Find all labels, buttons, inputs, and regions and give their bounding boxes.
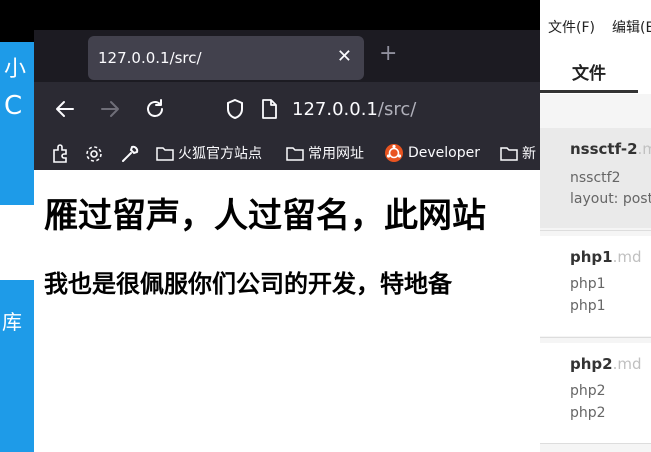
extensions-icon[interactable]: [50, 144, 70, 168]
tab-bar: 127.0.0.1/src/ ✕ +: [34, 30, 540, 82]
forward-arrow-icon[interactable]: [97, 96, 123, 122]
gear-icon[interactable]: [84, 144, 104, 168]
editor-menubar: 文件(F) 编辑(E: [540, 10, 651, 40]
url-bar[interactable]: 127.0.0.1/src/: [292, 99, 416, 120]
panel-tab-label: 文件: [572, 64, 606, 84]
tab-title: 127.0.0.1/src/: [98, 49, 202, 67]
file-preview-line: layout: post: [570, 191, 651, 207]
close-tab-icon[interactable]: ✕: [337, 47, 352, 67]
navigation-bar: 127.0.0.1/src/: [34, 82, 540, 138]
menu-file[interactable]: 文件(F): [548, 17, 595, 37]
bookmark-label: 火狐官方站点: [178, 146, 262, 162]
file-name: php1.md: [570, 248, 642, 266]
file-item[interactable]: php1.md php1 php1: [540, 236, 651, 336]
divider: [540, 443, 651, 444]
file-preview-line: php1: [570, 298, 606, 314]
new-tab-icon[interactable]: +: [379, 43, 397, 65]
panel-tab-files[interactable]: 文件: [540, 40, 651, 94]
page-content: 雁过留声，人过留名，此网站 我也是很佩服你们公司的开发，特地备: [34, 170, 540, 452]
bookmark-label: Developer: [408, 145, 481, 161]
back-arrow-icon[interactable]: [52, 96, 78, 122]
ubuntu-icon: [385, 144, 403, 162]
editor-titlebar: [540, 0, 651, 10]
file-preview-line: php2: [570, 405, 606, 421]
bookmark-label: 常用网址: [308, 146, 364, 162]
folder-icon: [156, 147, 174, 161]
divider: [540, 337, 651, 338]
page-title: 雁过留声，人过留名，此网站: [44, 196, 486, 236]
background-app-sidebar-label[interactable]: 库: [2, 306, 22, 335]
bookmark-firefox-official[interactable]: 火狐官方站点: [156, 143, 262, 163]
file-preview-line: php2: [570, 383, 606, 399]
bookmarks-toolbar: 火狐官方站点 常用网址 Developer 新: [34, 138, 540, 170]
folder-icon: [500, 147, 518, 161]
reload-icon[interactable]: [142, 96, 168, 122]
divider: [540, 230, 651, 231]
file-item[interactable]: php2.md php2 php2: [540, 343, 651, 443]
browser-window: 127.0.0.1/src/ ✕ + 127.0.0.1/src/ 火狐官方站点…: [34, 30, 540, 452]
background-app-subtitle: C: [4, 91, 23, 121]
url-path: /src/: [377, 99, 417, 120]
page-subtitle: 我也是很佩服你们公司的开发，特地备: [44, 270, 452, 298]
file-item[interactable]: nssctf-2.md nssctf2 layout: post: [540, 128, 651, 228]
bookmark-common-sites[interactable]: 常用网址: [286, 143, 364, 163]
file-preview-line: nssctf2: [570, 170, 621, 186]
shield-icon[interactable]: [222, 96, 248, 122]
menu-edit[interactable]: 编辑(E: [612, 17, 651, 37]
wrench-icon[interactable]: [120, 144, 140, 168]
background-app-title: 小: [4, 57, 27, 82]
file-name: php2.md: [570, 355, 642, 373]
file-preview-line: php1: [570, 276, 606, 292]
active-tab-indicator: [540, 90, 638, 93]
url-host: 127.0.0.1: [292, 99, 378, 120]
editor-window: 文件(F) 编辑(E 文件 nssctf-2.md nssctf2 layout…: [540, 0, 651, 452]
folder-icon: [286, 147, 304, 161]
page-info-icon[interactable]: [256, 96, 282, 122]
bookmark-developer[interactable]: Developer: [384, 143, 480, 163]
tab-active[interactable]: 127.0.0.1/src/ ✕: [88, 36, 364, 80]
bookmark-label: 新: [522, 146, 536, 162]
file-name: nssctf-2.md: [570, 140, 651, 158]
bookmark-new[interactable]: 新: [500, 143, 536, 163]
